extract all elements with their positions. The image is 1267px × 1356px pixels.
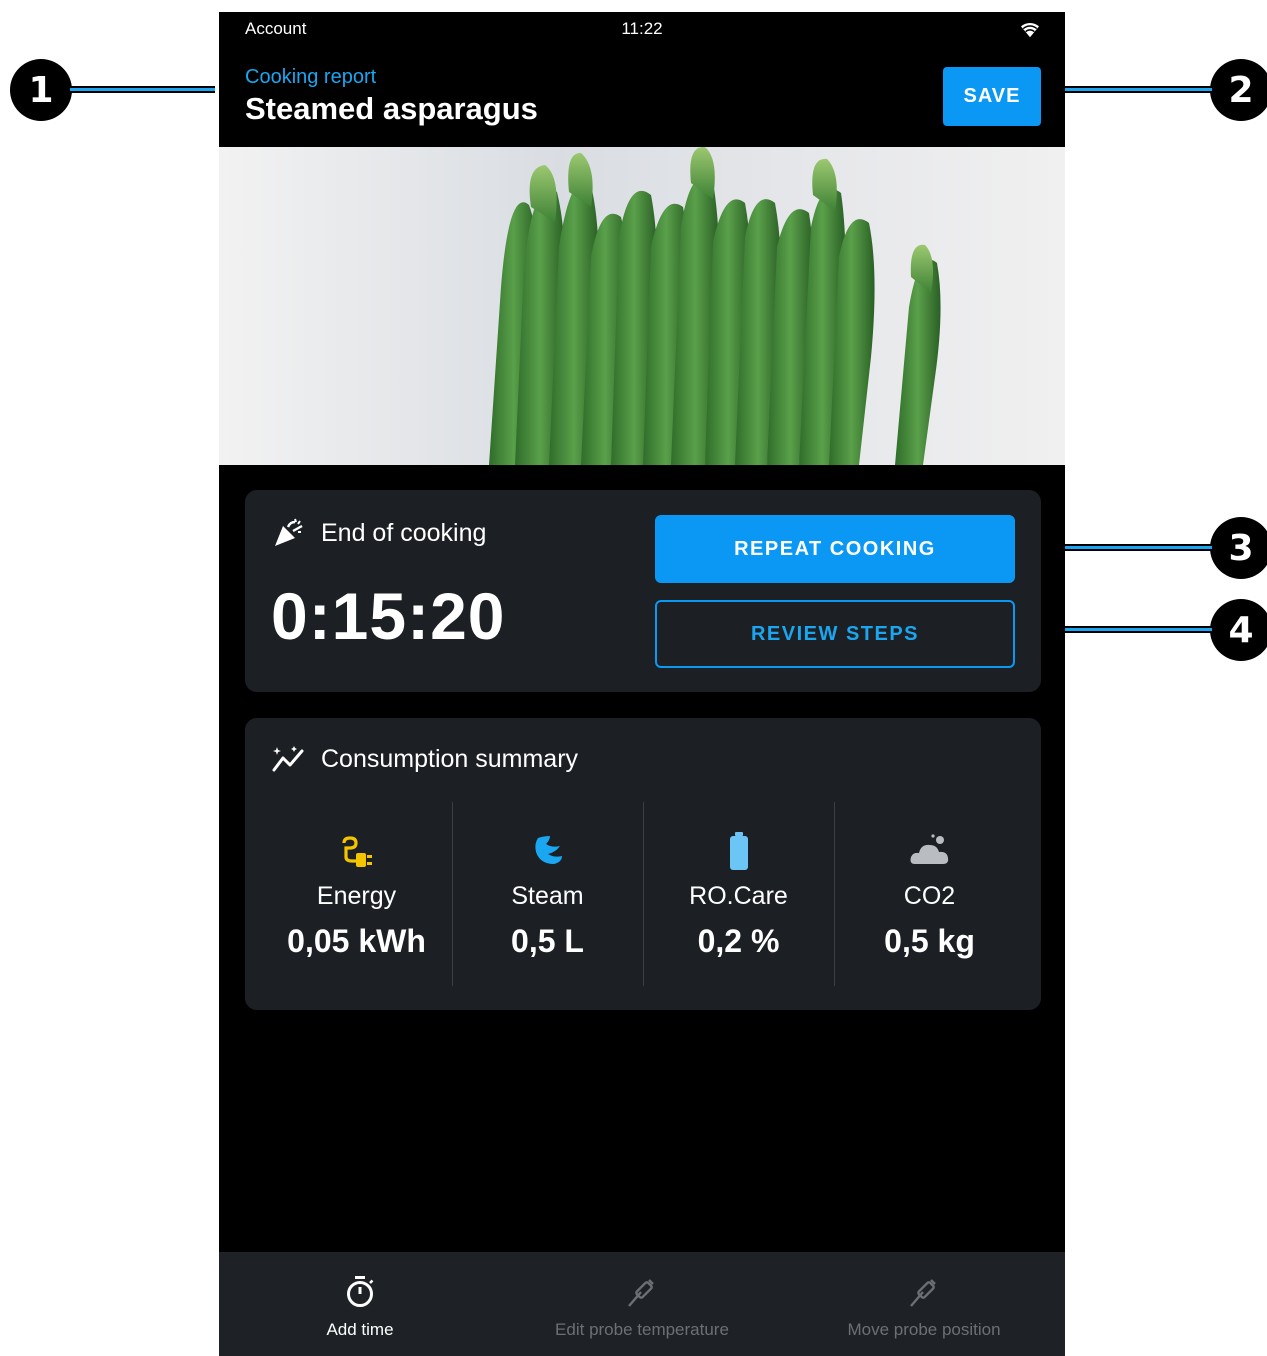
review-steps-button[interactable]: REVIEW STEPS	[655, 600, 1015, 668]
stopwatch-icon	[347, 1276, 374, 1307]
metric-steam-value: 0,5 L	[511, 923, 584, 959]
tab-edit-probe-temperature[interactable]: Edit probe temperature	[501, 1252, 783, 1356]
battery-icon	[729, 832, 748, 870]
end-of-cooking-title: End of cooking	[321, 518, 487, 547]
page-title: Steamed asparagus	[245, 91, 538, 126]
steam-icon	[534, 836, 562, 864]
consumption-summary-card: Consumption summary Energy 0,05 kWh Stea…	[245, 718, 1041, 1010]
probe-icon	[910, 1279, 936, 1307]
callout-2-leader	[1052, 86, 1212, 93]
callout-3: 3	[1210, 517, 1267, 579]
callout-1: 1	[10, 59, 72, 121]
probe-icon	[628, 1279, 654, 1307]
callout-2: 2	[1210, 59, 1267, 121]
metric-steam-label: Steam	[511, 882, 584, 910]
callout-1-leader	[70, 86, 215, 93]
tab-edit-probe-temperature-label: Edit probe temperature	[555, 1320, 729, 1339]
metric-co2-value: 0,5 kg	[884, 923, 975, 959]
save-button[interactable]: SAVE	[943, 67, 1041, 126]
end-of-cooking-card: End of cooking 0:15:20 REPEAT COOKING RE…	[245, 490, 1041, 692]
cloud-icon	[910, 834, 948, 864]
recipe-image	[219, 147, 1065, 465]
asparagus-photo	[489, 147, 941, 465]
tab-add-time[interactable]: Add time	[219, 1252, 501, 1356]
metric-co2: CO2 0,5 kg	[834, 802, 1025, 986]
end-of-cooking-header: End of cooking	[271, 516, 486, 550]
bottom-action-bar: Add time Edit probe temperature Move pro…	[219, 1252, 1065, 1356]
party-popper-icon	[275, 518, 303, 546]
consumption-summary-title: Consumption summary	[321, 744, 579, 773]
metric-steam: Steam 0,5 L	[452, 802, 643, 986]
metric-ro-care: RO.Care 0,2 %	[643, 802, 834, 986]
metric-ro-care-value: 0,2 %	[697, 923, 780, 959]
status-time: 11:22	[621, 19, 663, 38]
callout-4: 4	[1210, 599, 1267, 661]
metric-ro-care-label: RO.Care	[689, 882, 788, 910]
page-header: Cooking report Steamed asparagus SAVE	[219, 46, 1065, 147]
consumption-summary-header: Consumption summary	[271, 744, 578, 774]
consumption-metrics: Energy 0,05 kWh Steam 0,5 L RO.Care 0,2 …	[261, 802, 1025, 986]
tab-add-time-label: Add time	[326, 1320, 394, 1339]
tab-move-probe-position[interactable]: Move probe position	[783, 1252, 1065, 1356]
metric-energy-value: 0,05 kWh	[287, 923, 426, 959]
repeat-cooking-button[interactable]: REPEAT COOKING	[655, 515, 1015, 583]
sparkle-chart-icon	[272, 746, 304, 772]
status-bar: Account 11:22	[219, 12, 1065, 46]
wifi-icon	[1021, 22, 1039, 38]
tab-move-probe-position-label: Move probe position	[847, 1320, 1001, 1339]
page-subtitle: Cooking report	[245, 66, 377, 88]
metric-energy: Energy 0,05 kWh	[261, 802, 452, 986]
metric-co2-label: CO2	[903, 882, 956, 910]
metric-energy-label: Energy	[316, 882, 397, 910]
cooking-duration: 0:15:20	[271, 579, 506, 653]
energy-plug-icon	[341, 836, 372, 867]
device-screen: Account 11:22 Cooking report Steamed asp…	[219, 12, 1065, 1356]
